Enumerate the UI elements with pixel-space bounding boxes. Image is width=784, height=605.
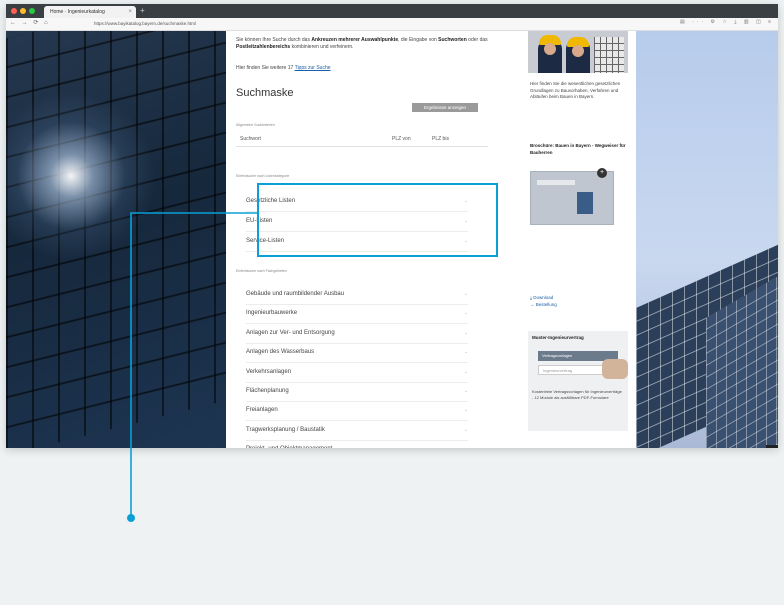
field-category-item[interactable]: Gebäude und raumbildender Ausbau ⌄ [246, 284, 468, 304]
field-category-item-label: Ingenieurbauwerke [246, 310, 298, 317]
field-category-item[interactable]: Verkehrsanlagen ⌄ [246, 362, 468, 382]
field-category-item[interactable]: Projekt- und Objektmanagement ⌄ [246, 439, 468, 448]
chevron-down-icon[interactable]: ⌄ [464, 303, 468, 323]
chevron-down-icon[interactable]: ⌄ [464, 342, 468, 362]
contract-template-field[interactable]: Ingenieurvertrag [538, 365, 606, 375]
field-category-item-label: Flächenplanung [246, 388, 289, 394]
plus-icon[interactable]: + [597, 168, 607, 178]
page-title: Suchmaske [236, 87, 294, 99]
chevron-down-icon[interactable]: ⌄ [464, 362, 468, 382]
field-category-item[interactable]: Anlagen des Wasserbaus ⌄ [246, 342, 468, 362]
order-link[interactable]: Bestellung [536, 302, 557, 307]
toolbar-icons[interactable]: ▤ ··· ⚙ ☆ ⤓ ▥ ◫ ≡ [680, 19, 774, 25]
window-controls [11, 8, 35, 14]
brochure-preview[interactable]: + [530, 168, 614, 225]
contract-template-text: Kostenfreie Vertragsvorlagen für Ingenie… [532, 389, 622, 400]
browser-toolbar: ← → ⟳ ⌂ https://www.bayikatalog.bayern.d… [6, 18, 778, 31]
field-category-item-label: Gebäude und raumbildender Ausbau [246, 291, 345, 297]
highlight-box [257, 183, 498, 257]
chevron-down-icon[interactable]: ⌄ [464, 381, 468, 401]
field-category-item[interactable]: Ingenieurbauwerke ⌄ [246, 303, 468, 323]
list-category-label: Einfeldsuche nach Listenkategorie [236, 174, 290, 178]
search-fields-row: Suchwort PLZ von PLZ bis [236, 132, 488, 147]
chevron-down-icon[interactable]: ⌄ [464, 323, 468, 343]
legal-basis-text: Hier finden Sie die wesentlichen gesetzl… [530, 81, 621, 99]
field-category-item-label: Verkehrsanlagen [246, 368, 292, 375]
download-link[interactable]: Download [533, 295, 553, 300]
maximize-window-button[interactable] [29, 8, 35, 14]
background-building-photo-left [6, 31, 226, 448]
new-tab-icon[interactable]: + [140, 6, 145, 16]
hand-photo [602, 359, 628, 379]
chevron-down-icon[interactable]: ⌄ [464, 420, 468, 440]
field-category-item[interactable]: Tragwerksplanung / Baustatik ⌄ [246, 420, 468, 440]
brochure-links: ⤓ Download → Bestellung [530, 295, 557, 307]
tips-line: Hier finden Sie weitere 17 Tipps zur Suc… [236, 65, 331, 71]
background-building-photo-right [636, 31, 778, 448]
contract-template-title: Muster-Ingenieurvertrag [532, 335, 584, 340]
close-window-button[interactable] [11, 8, 17, 14]
general-criteria-label: Allgemeine Suchkriterien [236, 123, 275, 127]
plz-from-field[interactable]: PLZ von [392, 136, 411, 142]
address-bar[interactable]: https://www.bayikatalog.bayern.de/suchma… [94, 20, 204, 28]
field-category-item-label: Freianlagen [246, 407, 278, 414]
brochure-heading[interactable]: Broschüre: Bauen in Bayern - Wegweiser f… [530, 143, 628, 156]
tips-link[interactable]: Tipps zur Suche [295, 65, 331, 71]
show-results-button[interactable]: Ergebnisse anzeigen [412, 103, 478, 112]
navigation-icons[interactable]: ← → ⟳ ⌂ [10, 19, 50, 26]
tab-bar: Home · Ingenieurkatalog × + [6, 4, 778, 18]
sidebar: Hier finden Sie die wesentlichen gesetzl… [522, 31, 634, 448]
browser-tab[interactable]: Home · Ingenieurkatalog × [44, 6, 136, 18]
browser-window: Home · Ingenieurkatalog × + ← → ⟳ ⌂ http… [6, 4, 778, 448]
field-category-item-label: Projekt- und Objektmanagement [246, 446, 332, 448]
tab-close-icon[interactable]: × [128, 6, 132, 18]
engineers-photo [528, 31, 628, 73]
field-category-item-label: Tragwerksplanung / Baustatik [246, 426, 325, 433]
field-category-item[interactable]: Freianlagen ⌄ [246, 400, 468, 420]
minimize-window-button[interactable] [20, 8, 26, 14]
field-category-item[interactable]: Flächenplanung ⌄ [246, 381, 468, 401]
field-category-item[interactable]: Anlagen zur Ver- und Entsorgung ⌄ [246, 323, 468, 343]
chevron-down-icon[interactable]: ⌄ [464, 284, 468, 304]
contract-template-box: Muster-Ingenieurvertrag Vertragsvorlagen… [528, 331, 628, 431]
scroll-top-icon[interactable]: ⬆ [766, 445, 778, 448]
search-main-panel: Sie können Ihre Suche durch das Ankreuze… [226, 31, 516, 448]
plz-to-field[interactable]: PLZ bis [432, 136, 449, 142]
page-viewport: ⬆ Sie können Ihre Suche durch das Ankreu… [6, 31, 778, 448]
tab-title: Home · Ingenieurkatalog [50, 9, 105, 15]
field-category-item-label: Anlagen des Wasserbaus [246, 349, 315, 356]
callout-dot [127, 514, 135, 522]
keyword-field[interactable]: Suchwort [240, 136, 261, 142]
field-category-item-label: Anlagen zur Ver- und Entsorgung [246, 329, 335, 336]
chevron-down-icon[interactable]: ⌄ [464, 400, 468, 420]
field-category-label: Einfeldsuche nach Fachgebieten [236, 269, 287, 273]
chevron-down-icon[interactable]: ⌄ [464, 439, 468, 448]
intro-text: Sie können Ihre Suche durch das Ankreuze… [236, 37, 488, 50]
